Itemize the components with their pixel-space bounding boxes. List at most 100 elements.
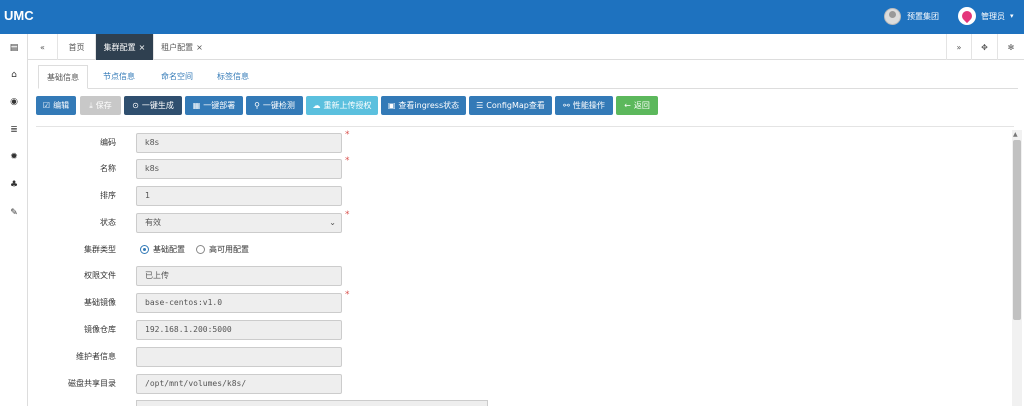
main-content: 基础信息 节点信息 命名空间 标签信息 ☑ 编辑 ⤓ 保存 ⊙ 一键生成 ▦ 一…	[28, 60, 1024, 406]
edit-icon: ☑	[42, 101, 51, 110]
save-button[interactable]: ⤓ 保存	[80, 96, 121, 115]
subtab-node-info[interactable]: 节点信息	[94, 65, 144, 89]
app-logo: UMC	[4, 8, 34, 23]
reupload-license-button[interactable]: ☁ 重新上传授权	[306, 96, 378, 115]
radio-basic-config[interactable]: 基础配置	[140, 244, 185, 255]
base-image-field[interactable]: base-centos:v1.0	[136, 293, 342, 313]
generate-button[interactable]: ⊙ 一键生成	[124, 96, 182, 115]
org-avatar-icon	[884, 8, 901, 25]
tab-home[interactable]: 首页	[58, 34, 96, 60]
tab-bar: « 首页 集群配置 × 租户配置 × » ✥ ✻	[28, 34, 1024, 60]
required-mark: *	[345, 290, 350, 300]
tab-cluster-config-label: 集群配置	[103, 42, 136, 52]
nav-gear-icon[interactable]: ✹	[0, 145, 28, 169]
license-file-label: 权限文件	[84, 271, 116, 280]
radio-checked-icon	[140, 245, 149, 254]
tab-cluster-config[interactable]: 集群配置 ×	[96, 34, 154, 60]
form-row-maintainer: 维护者信息	[36, 347, 1014, 367]
deploy-button-label: 一键部署	[203, 101, 236, 110]
nav-sitemap-icon[interactable]: ♣	[0, 173, 28, 197]
base-image-label: 基础镜像	[84, 298, 116, 307]
subtab-namespace[interactable]: 命名空间	[150, 65, 204, 89]
name-field[interactable]: k8s	[136, 159, 342, 179]
save-button-label: 保存	[95, 101, 112, 110]
sub-tabs: 基础信息 节点信息 命名空间 标签信息	[38, 65, 1018, 89]
status-select[interactable]: 有效 ⌄	[136, 213, 342, 233]
tab-tenant-config[interactable]: 租户配置 ×	[154, 34, 210, 60]
maintainer-field[interactable]	[136, 347, 342, 367]
code-label: 编码	[100, 138, 116, 147]
user-menu[interactable]: 管理员 ▾	[958, 7, 1014, 25]
org-switcher[interactable]: 预置集团	[884, 8, 939, 25]
registry-field[interactable]: 192.168.1.200:5000	[136, 320, 342, 340]
status-value: 有效	[145, 218, 161, 227]
org-name: 预置集团	[907, 12, 939, 21]
sort-field[interactable]: 1	[136, 186, 342, 206]
disk-share-field[interactable]: /opt/mnt/volumes/k8s/	[136, 374, 342, 394]
doc-icon: ▣	[387, 101, 396, 110]
maintainer-label: 维护者信息	[76, 352, 116, 361]
radio-ha-config[interactable]: 高可用配置	[196, 244, 249, 255]
disk-share-label: 磁盘共享目录	[68, 379, 116, 388]
next-field-partial[interactable]	[136, 400, 488, 406]
scroll-up-icon[interactable]: ▲	[1013, 131, 1018, 138]
required-mark: *	[345, 156, 350, 166]
edit-button-label: 编辑	[53, 101, 70, 110]
tab-home-label: 首页	[68, 42, 85, 52]
form-row-base-image: 基础镜像 base-centos:v1.0 *	[36, 290, 1014, 313]
license-file-field[interactable]: 已上传	[136, 266, 342, 286]
user-name: 管理员	[981, 11, 1005, 21]
form-row-name: 名称 k8s *	[36, 156, 1014, 179]
back-button[interactable]: ← 返回	[616, 96, 658, 115]
radio-basic-config-label: 基础配置	[153, 245, 185, 254]
cloud-upload-icon: ☁	[312, 101, 321, 110]
tab-scroll-left-icon[interactable]: «	[28, 34, 58, 60]
scroll-thumb[interactable]	[1013, 140, 1021, 320]
tab-close-icon[interactable]: ×	[139, 43, 146, 52]
name-label: 名称	[100, 164, 116, 173]
back-button-label: 返回	[633, 101, 650, 110]
nav-wrench-icon[interactable]: ✎	[0, 201, 28, 225]
arrow-left-icon: ←	[624, 101, 631, 110]
user-location-icon	[958, 7, 976, 25]
reupload-license-button-label: 重新上传授权	[323, 101, 372, 110]
form-row-sort: 排序 1	[36, 186, 1014, 206]
registry-label: 镜像仓库	[84, 325, 116, 334]
nav-bank-icon[interactable]: ⌂	[0, 63, 28, 87]
performance-button[interactable]: ⚯ 性能操作	[555, 96, 613, 115]
edit-button[interactable]: ☑ 编辑	[36, 96, 76, 115]
content-scrollbar[interactable]: ▲	[1012, 130, 1022, 406]
form-row-license-file: 权限文件 已上传	[36, 266, 1014, 286]
cluster-form: 编码 k8s * 名称 k8s * 排序 1 状态 有效 ⌄ * 集群类型 基础…	[36, 126, 1014, 406]
form-row-disk-share: 磁盘共享目录 /opt/mnt/volumes/k8s/	[36, 374, 1014, 394]
performance-button-label: 性能操作	[572, 101, 605, 110]
tab-scroll-right-icon[interactable]: »	[946, 34, 972, 60]
left-nav: ▤ ⌂ ◉ ≣ ✹ ♣ ✎	[0, 34, 28, 406]
status-label: 状态	[100, 218, 116, 227]
cluster-type-label: 集群类型	[84, 245, 116, 254]
nav-eye-icon[interactable]: ◉	[0, 90, 28, 114]
subtab-basic-info[interactable]: 基础信息	[38, 65, 88, 89]
caret-down-icon: ▾	[1010, 12, 1014, 20]
configmap-button[interactable]: ☰ ConfigMap查看	[469, 96, 552, 115]
table-icon: ☰	[476, 101, 484, 110]
form-row-registry: 镜像仓库 192.168.1.200:5000	[36, 320, 1014, 340]
nav-list-icon[interactable]: ≣	[0, 118, 28, 142]
generate-button-label: 一键生成	[141, 101, 174, 110]
check-button[interactable]: ⚲ 一键检测	[246, 96, 303, 115]
configmap-button-label: ConfigMap查看	[486, 101, 545, 110]
ingress-status-button[interactable]: ▣ 查看ingress状态	[381, 96, 466, 115]
radio-unchecked-icon	[196, 245, 205, 254]
fullscreen-icon[interactable]: ✥	[972, 34, 998, 60]
required-mark: *	[345, 130, 350, 140]
deploy-button[interactable]: ▦ 一键部署	[185, 96, 243, 115]
subtab-label-info[interactable]: 标签信息	[208, 65, 258, 89]
form-row-cluster-type: 集群类型 基础配置 高可用配置	[36, 240, 1014, 260]
tab-settings-icon[interactable]: ✻	[998, 34, 1024, 60]
nav-id-card-icon[interactable]: ▤	[0, 36, 28, 60]
tab-close-icon[interactable]: ×	[196, 43, 203, 52]
code-field[interactable]: k8s	[136, 133, 342, 153]
form-row-code: 编码 k8s *	[36, 130, 1014, 153]
link-icon: ⚯	[563, 101, 570, 110]
check-button-label: 一键检测	[262, 101, 295, 110]
